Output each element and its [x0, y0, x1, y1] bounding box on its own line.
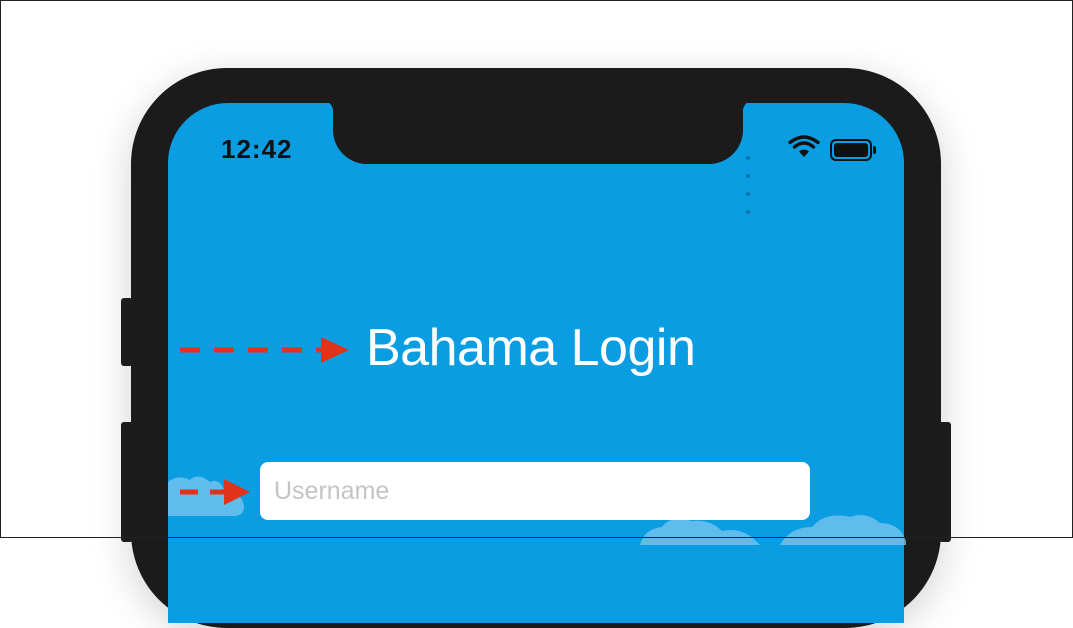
- wifi-icon: [788, 135, 820, 157]
- username-input[interactable]: [260, 462, 810, 520]
- status-bar-time: 12:42: [221, 134, 293, 164]
- username-pointer-arrow: [180, 479, 250, 505]
- battery-icon: [830, 139, 876, 161]
- phone-notch: [321, 100, 755, 164]
- signal-dots-icon: [746, 147, 752, 219]
- title-pointer-arrow: [180, 337, 349, 363]
- login-title: Bahama Login: [366, 319, 696, 377]
